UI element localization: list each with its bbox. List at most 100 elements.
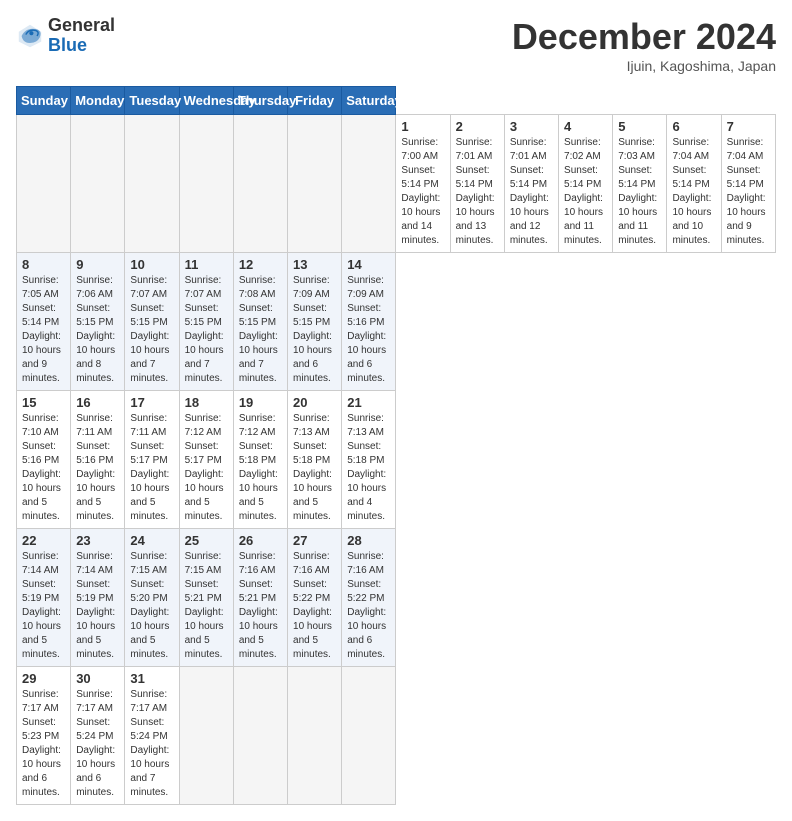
calendar-cell bbox=[233, 115, 287, 253]
calendar-cell: 24 Sunrise: 7:15 AMSunset: 5:20 PMDayligh… bbox=[125, 529, 179, 667]
day-info: Sunrise: 7:17 AMSunset: 5:23 PMDaylight:… bbox=[22, 689, 61, 798]
calendar-cell: 17Sunrise: 7:11 AMSunset: 5:17 PMDayligh… bbox=[125, 391, 179, 529]
day-info: Sunrise: 7:05 AMSunset: 5:14 PMDaylight:… bbox=[22, 275, 61, 384]
calendar-cell: 3Sunrise: 7:01 AMSunset: 5:14 PMDaylight… bbox=[504, 115, 558, 253]
day-info: Sunrise: 7:12 AMSunset: 5:18 PMDaylight:… bbox=[239, 413, 278, 522]
day-number: 12 bbox=[239, 257, 282, 272]
logo: General Blue bbox=[16, 16, 115, 56]
day-number: 14 bbox=[347, 257, 390, 272]
day-number: 2 bbox=[456, 119, 499, 134]
calendar-cell: 21Sunrise: 7:13 AMSunset: 5:18 PMDayligh… bbox=[342, 391, 396, 529]
day-number: 15 bbox=[22, 395, 65, 410]
calendar-cell bbox=[71, 115, 125, 253]
calendar-cell: 28Sunrise: 7:16 AMSunset: 5:22 PMDayligh… bbox=[342, 529, 396, 667]
calendar-cell bbox=[179, 115, 233, 253]
calendar-cell: 10 Sunrise: 7:07 AMSunset: 5:15 PMDayligh… bbox=[125, 253, 179, 391]
title-block: December 2024 Ijuin, Kagoshima, Japan bbox=[512, 16, 776, 74]
header-saturday: Saturday bbox=[342, 87, 396, 115]
day-number: 11 bbox=[185, 257, 228, 272]
calendar-cell: 7 Sunrise: 7:04 AMSunset: 5:14 PMDaylight… bbox=[721, 115, 775, 253]
header-wednesday: Wednesday bbox=[179, 87, 233, 115]
logo-text: General Blue bbox=[48, 16, 115, 56]
day-number: 31 bbox=[130, 671, 173, 686]
day-number: 13 bbox=[293, 257, 336, 272]
header-monday: Monday bbox=[71, 87, 125, 115]
calendar-cell: 30 Sunrise: 7:17 AMSunset: 5:24 PMDayligh… bbox=[71, 667, 125, 805]
location-subtitle: Ijuin, Kagoshima, Japan bbox=[512, 58, 776, 74]
day-info: Sunrise: 7:11 AMSunset: 5:16 PMDaylight:… bbox=[76, 413, 115, 522]
day-info: Sunrise: 7:04 AMSunset: 5:14 PMDaylight:… bbox=[672, 137, 711, 246]
calendar-cell: 26 Sunrise: 7:16 AMSunset: 5:21 PMDayligh… bbox=[233, 529, 287, 667]
day-info: Sunrise: 7:15 AMSunset: 5:21 PMDaylight:… bbox=[185, 551, 224, 660]
day-info: Sunrise: 7:03 AMSunset: 5:14 PMDaylight:… bbox=[618, 137, 657, 246]
day-info: Sunrise: 7:09 AMSunset: 5:16 PMDaylight:… bbox=[347, 275, 386, 384]
calendar-cell: 13 Sunrise: 7:09 AMSunset: 5:15 PMDayligh… bbox=[288, 253, 342, 391]
day-number: 8 bbox=[22, 257, 65, 272]
day-number: 5 bbox=[618, 119, 661, 134]
day-number: 29 bbox=[22, 671, 65, 686]
header-tuesday: Tuesday bbox=[125, 87, 179, 115]
day-number: 7 bbox=[727, 119, 770, 134]
calendar-cell bbox=[125, 115, 179, 253]
calendar-week-row: 29 Sunrise: 7:17 AMSunset: 5:23 PMDayligh… bbox=[17, 667, 776, 805]
day-number: 16 bbox=[76, 395, 119, 410]
day-info: Sunrise: 7:00 AMSunset: 5:14 PMDaylight:… bbox=[401, 137, 440, 246]
day-number: 26 bbox=[239, 533, 282, 548]
day-info: Sunrise: 7:08 AMSunset: 5:15 PMDaylight:… bbox=[239, 275, 278, 384]
calendar-cell bbox=[179, 667, 233, 805]
day-number: 9 bbox=[76, 257, 119, 272]
day-number: 10 bbox=[130, 257, 173, 272]
day-info: Sunrise: 7:01 AMSunset: 5:14 PMDaylight:… bbox=[456, 137, 495, 246]
day-number: 1 bbox=[401, 119, 444, 134]
day-info: Sunrise: 7:07 AMSunset: 5:15 PMDaylight:… bbox=[185, 275, 224, 384]
day-info: Sunrise: 7:16 AMSunset: 5:21 PMDaylight:… bbox=[239, 551, 278, 660]
calendar-cell: 16 Sunrise: 7:11 AMSunset: 5:16 PMDayligh… bbox=[71, 391, 125, 529]
calendar-cell: 29 Sunrise: 7:17 AMSunset: 5:23 PMDayligh… bbox=[17, 667, 71, 805]
day-info: Sunrise: 7:15 AMSunset: 5:20 PMDaylight:… bbox=[130, 551, 169, 660]
header-thursday: Thursday bbox=[233, 87, 287, 115]
day-info: Sunrise: 7:14 AMSunset: 5:19 PMDaylight:… bbox=[22, 551, 61, 660]
calendar-cell: 27Sunrise: 7:16 AMSunset: 5:22 PMDayligh… bbox=[288, 529, 342, 667]
page-header: General Blue December 2024 Ijuin, Kagosh… bbox=[16, 16, 776, 74]
calendar-cell bbox=[233, 667, 287, 805]
day-number: 25 bbox=[185, 533, 228, 548]
calendar-cell bbox=[288, 667, 342, 805]
calendar-cell: 5 Sunrise: 7:03 AMSunset: 5:14 PMDaylight… bbox=[613, 115, 667, 253]
day-number: 21 bbox=[347, 395, 390, 410]
calendar-cell: 2 Sunrise: 7:01 AMSunset: 5:14 PMDaylight… bbox=[450, 115, 504, 253]
day-info: Sunrise: 7:06 AMSunset: 5:15 PMDaylight:… bbox=[76, 275, 115, 384]
day-info: Sunrise: 7:16 AMSunset: 5:22 PMDaylight:… bbox=[347, 551, 386, 660]
calendar-week-row: 8 Sunrise: 7:05 AMSunset: 5:14 PMDaylight… bbox=[17, 253, 776, 391]
calendar-cell bbox=[342, 667, 396, 805]
day-number: 30 bbox=[76, 671, 119, 686]
day-number: 22 bbox=[22, 533, 65, 548]
calendar-cell: 22 Sunrise: 7:14 AMSunset: 5:19 PMDayligh… bbox=[17, 529, 71, 667]
calendar-cell bbox=[288, 115, 342, 253]
day-info: Sunrise: 7:17 AMSunset: 5:24 PMDaylight:… bbox=[130, 689, 169, 798]
day-number: 23 bbox=[76, 533, 119, 548]
calendar-cell: 11 Sunrise: 7:07 AMSunset: 5:15 PMDayligh… bbox=[179, 253, 233, 391]
calendar-cell: 6 Sunrise: 7:04 AMSunset: 5:14 PMDaylight… bbox=[667, 115, 721, 253]
calendar-table: SundayMondayTuesdayWednesdayThursdayFrid… bbox=[16, 86, 776, 805]
day-info: Sunrise: 7:04 AMSunset: 5:14 PMDaylight:… bbox=[727, 137, 766, 246]
day-info: Sunrise: 7:13 AMSunset: 5:18 PMDaylight:… bbox=[293, 413, 332, 522]
day-info: Sunrise: 7:10 AMSunset: 5:16 PMDaylight:… bbox=[22, 413, 61, 522]
day-number: 27 bbox=[293, 533, 336, 548]
calendar-cell: 23 Sunrise: 7:14 AMSunset: 5:19 PMDayligh… bbox=[71, 529, 125, 667]
day-info: Sunrise: 7:14 AMSunset: 5:19 PMDaylight:… bbox=[76, 551, 115, 660]
calendar-cell bbox=[17, 115, 71, 253]
day-info: Sunrise: 7:17 AMSunset: 5:24 PMDaylight:… bbox=[76, 689, 115, 798]
day-info: Sunrise: 7:09 AMSunset: 5:15 PMDaylight:… bbox=[293, 275, 332, 384]
day-info: Sunrise: 7:01 AMSunset: 5:14 PMDaylight:… bbox=[510, 137, 549, 246]
calendar-cell: 15 Sunrise: 7:10 AMSunset: 5:16 PMDayligh… bbox=[17, 391, 71, 529]
month-title: December 2024 bbox=[512, 16, 776, 58]
calendar-cell: 14 Sunrise: 7:09 AMSunset: 5:16 PMDayligh… bbox=[342, 253, 396, 391]
day-number: 6 bbox=[672, 119, 715, 134]
day-info: Sunrise: 7:07 AMSunset: 5:15 PMDaylight:… bbox=[130, 275, 169, 384]
calendar-cell: 4Sunrise: 7:02 AMSunset: 5:14 PMDaylight… bbox=[559, 115, 613, 253]
day-info: Sunrise: 7:02 AMSunset: 5:14 PMDaylight:… bbox=[564, 137, 603, 246]
day-number: 24 bbox=[130, 533, 173, 548]
day-info: Sunrise: 7:11 AMSunset: 5:17 PMDaylight:… bbox=[130, 413, 169, 522]
day-number: 20 bbox=[293, 395, 336, 410]
calendar-cell: 19Sunrise: 7:12 AMSunset: 5:18 PMDayligh… bbox=[233, 391, 287, 529]
